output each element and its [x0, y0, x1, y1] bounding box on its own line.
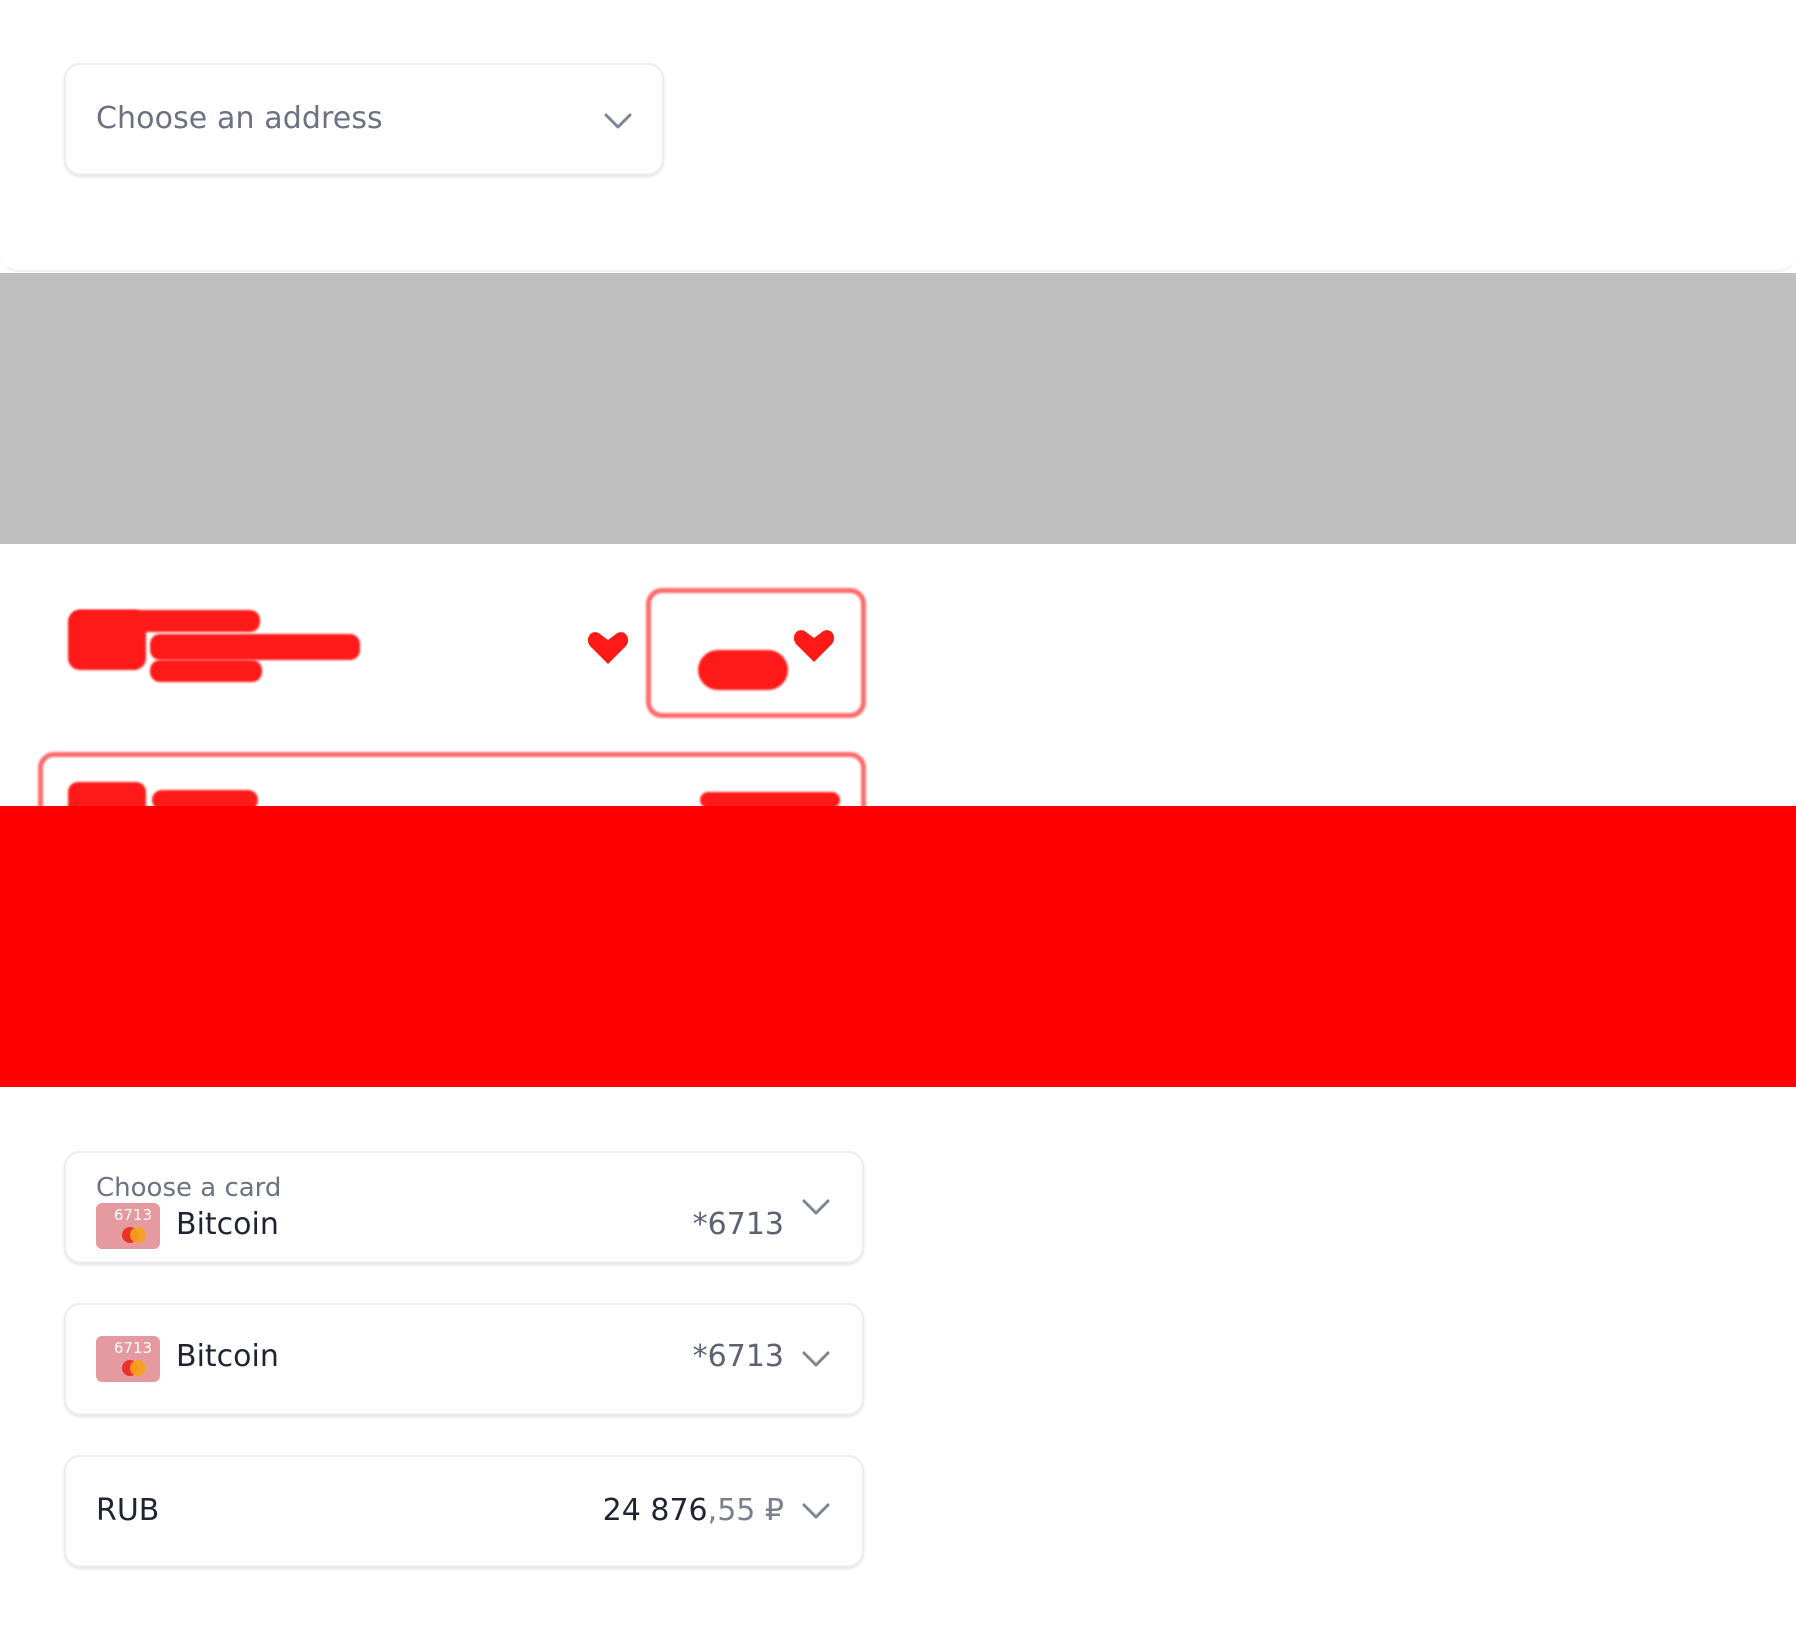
- card-select-labeled[interactable]: Choose a card 6713 Bitcoin *6713: [64, 1151, 864, 1263]
- red-blob-text-4: [152, 790, 258, 806]
- grey-band: [0, 273, 1796, 544]
- card-thumbnail-number: 6713: [113, 1206, 152, 1224]
- top-panel: Choose an address: [0, 0, 1796, 272]
- red-blob-mask: [698, 650, 788, 690]
- card-mask: *6713: [692, 1339, 784, 1374]
- card-name: Bitcoin: [176, 1207, 279, 1242]
- red-blob-text-5: [700, 792, 840, 806]
- heart-icon: [792, 628, 836, 664]
- red-blob-text-3: [150, 660, 262, 682]
- red-bar: [0, 806, 1796, 1087]
- address-select[interactable]: Choose an address: [64, 63, 664, 175]
- card-mask: *6713: [692, 1207, 784, 1242]
- page: Choose an address Choose a card 6713 Bit…: [0, 0, 1796, 1632]
- balance-integer: 24 876: [602, 1493, 708, 1528]
- red-highlight-illustration: [0, 544, 1796, 806]
- red-blob-text-2: [150, 634, 360, 660]
- card-thumbnail-number: 6713: [113, 1339, 152, 1357]
- currency-select[interactable]: RUB 24 876,55 ₽: [64, 1455, 864, 1567]
- chevron-down-icon: [800, 1349, 832, 1369]
- address-select-placeholder: Choose an address: [96, 101, 383, 136]
- balance-fraction: ,55 ₽: [707, 1493, 784, 1528]
- card-thumbnail: 6713: [96, 1203, 160, 1249]
- currency-balance: 24 876,55 ₽: [603, 1493, 784, 1528]
- mastercard-logo-icon-amber: [130, 1227, 146, 1243]
- chevron-down-icon: [800, 1197, 832, 1217]
- card-select-label: Choose a card: [96, 1173, 282, 1203]
- card-select-plain[interactable]: 6713 Bitcoin *6713: [64, 1303, 864, 1415]
- heart-icon: [586, 630, 630, 666]
- card-name: Bitcoin: [176, 1339, 279, 1374]
- mastercard-logo-icon-amber: [130, 1360, 146, 1376]
- currency-code: RUB: [96, 1493, 160, 1528]
- chevron-down-icon: [800, 1501, 832, 1521]
- red-blob-text-1: [70, 610, 260, 632]
- chevron-down-icon: [602, 111, 634, 131]
- red-blob-thumb-2: [68, 782, 146, 806]
- card-thumbnail: 6713: [96, 1336, 160, 1382]
